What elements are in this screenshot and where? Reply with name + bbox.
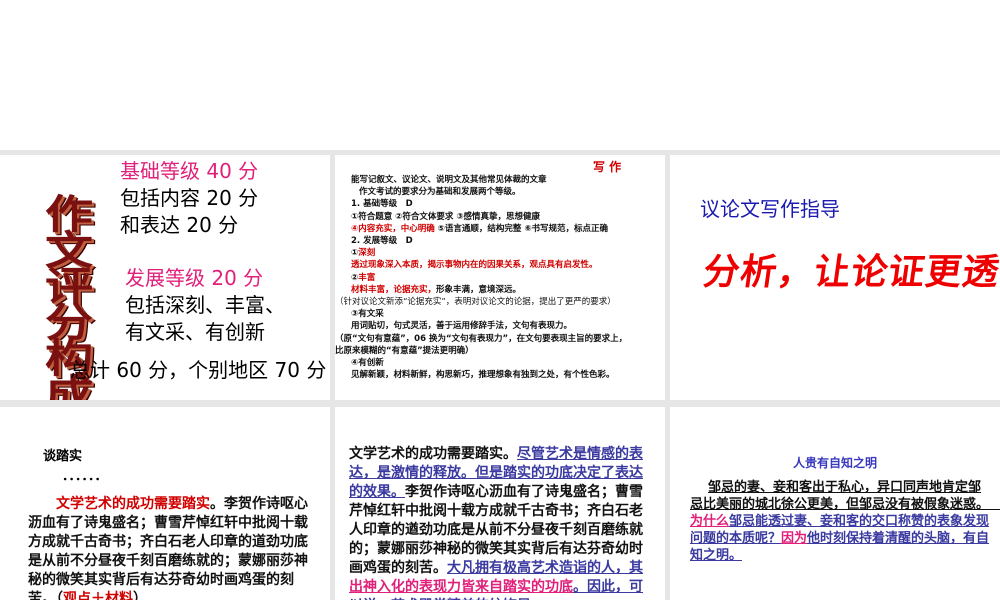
basic-level: 基础等级 40 分 bbox=[120, 159, 259, 183]
basic-line-2: 和表达 20 分 bbox=[120, 213, 239, 237]
req-note: （针对议论文新添“论据充实”，表明对议论文的论据，提出了更严的要求） bbox=[335, 297, 616, 308]
req-line: ④内容充实，中心明确 ⑤语言通顺，结构完整 ⑥书写规范，标点正确 bbox=[351, 223, 609, 234]
slide-title: 人贵有自知之明 bbox=[793, 456, 878, 470]
req-line: 用词贴切，句式灵活，善于运用修辞手法，文句有表现力。 bbox=[351, 321, 573, 332]
dev-line-2: 有文采、有创新 bbox=[125, 320, 265, 344]
slide-title: 谈踏实 bbox=[43, 449, 83, 464]
slide-scoring[interactable]: 作文评分构成 基础等级 40 分 包括内容 20 分 和表达 20 分 发展等级… bbox=[0, 155, 330, 400]
total-score: 总计 60 分，个别地区 70 分 bbox=[70, 358, 327, 382]
dev-level: 发展等级 20 分 bbox=[125, 266, 264, 290]
slide-title: 写 作 bbox=[593, 160, 622, 174]
req-line: 材料丰富，论据充实，形象丰满，意境深远。 bbox=[351, 284, 522, 295]
ellipsis: ．．．．．． bbox=[62, 469, 108, 484]
req-line: 能写记叙文、议论文、说明文及其他常见体裁的文章 bbox=[351, 175, 547, 185]
slide-on-diligence[interactable]: 谈踏实 ．．．．．． 文学艺术的成功需要踏实。李贺作诗呕心沥血有了诗鬼盛名；曹雪… bbox=[0, 407, 330, 600]
slide-argument-guide[interactable]: 议论文写作指导 分析，让论证更透彻 bbox=[670, 155, 1000, 400]
headline-wordart: 分析，让论证更透彻 bbox=[700, 251, 1000, 293]
basic-line-1: 包括内容 20 分 bbox=[120, 186, 259, 210]
req-line: ①深刻 bbox=[351, 248, 376, 259]
paragraph: 文学艺术的成功需要踏实。李贺作诗呕心沥血有了诗鬼盛名；曹雪芹悼红轩中批阅十载方成… bbox=[28, 496, 308, 600]
req-line: 透过现象深入本质，揭示事物内在的因果关系，观点具有启发性。 bbox=[351, 260, 598, 271]
subtitle: 议论文写作指导 bbox=[700, 197, 840, 221]
req-line: 1. 基础等级 D bbox=[351, 199, 413, 210]
req-line: 2. 发展等级 D bbox=[351, 236, 413, 247]
req-line: ②丰富 bbox=[351, 272, 376, 283]
slide-diligence-expanded[interactable]: 文学艺术的成功需要踏实。尽管艺术是情感的表达，是激情的释放。但是踏实的功底决定了… bbox=[335, 407, 665, 600]
req-line: ④有创新 bbox=[351, 358, 384, 369]
slide-self-knowledge[interactable]: 人贵有自知之明 邹忌的妻、妾和客出于私心，异口同声地肯定邹忌比美丽的城北徐公更美… bbox=[670, 407, 1000, 600]
req-note: （原“文句有意蕴”，06 换为“文句有表现力”，在文句要表现主旨的要求上， bbox=[335, 333, 628, 344]
req-note: 比原来模糊的“有意蕴”提法更明确） bbox=[335, 345, 474, 356]
dev-line-1: 包括深刻、丰富、 bbox=[125, 293, 285, 317]
req-line: 见解新颖，材料新鲜，构思新巧，推理想象有独到之处，有个性色彩。 bbox=[351, 370, 615, 381]
req-line: ③有文采 bbox=[351, 309, 384, 320]
paragraph: 邹忌的妻、妾和客出于私心，异口同声地肯定邹忌比美丽的城北徐公更美，但邹忌没有被假… bbox=[690, 480, 990, 563]
paragraph: 文学艺术的成功需要踏实。尽管艺术是情感的表达，是激情的释放。但是踏实的功底决定了… bbox=[349, 446, 643, 600]
req-line: 作文考试的要求分为基础和发展两个等级。 bbox=[359, 187, 521, 198]
req-line: ①符合题意 ②符合文体要求 ③感情真挚，思想健康 bbox=[351, 211, 541, 222]
slide-writing-requirements[interactable]: 写 作 能写记叙文、议论文、说明文及其他常见体裁的文章 作文考试的要求分为基础和… bbox=[335, 155, 665, 400]
